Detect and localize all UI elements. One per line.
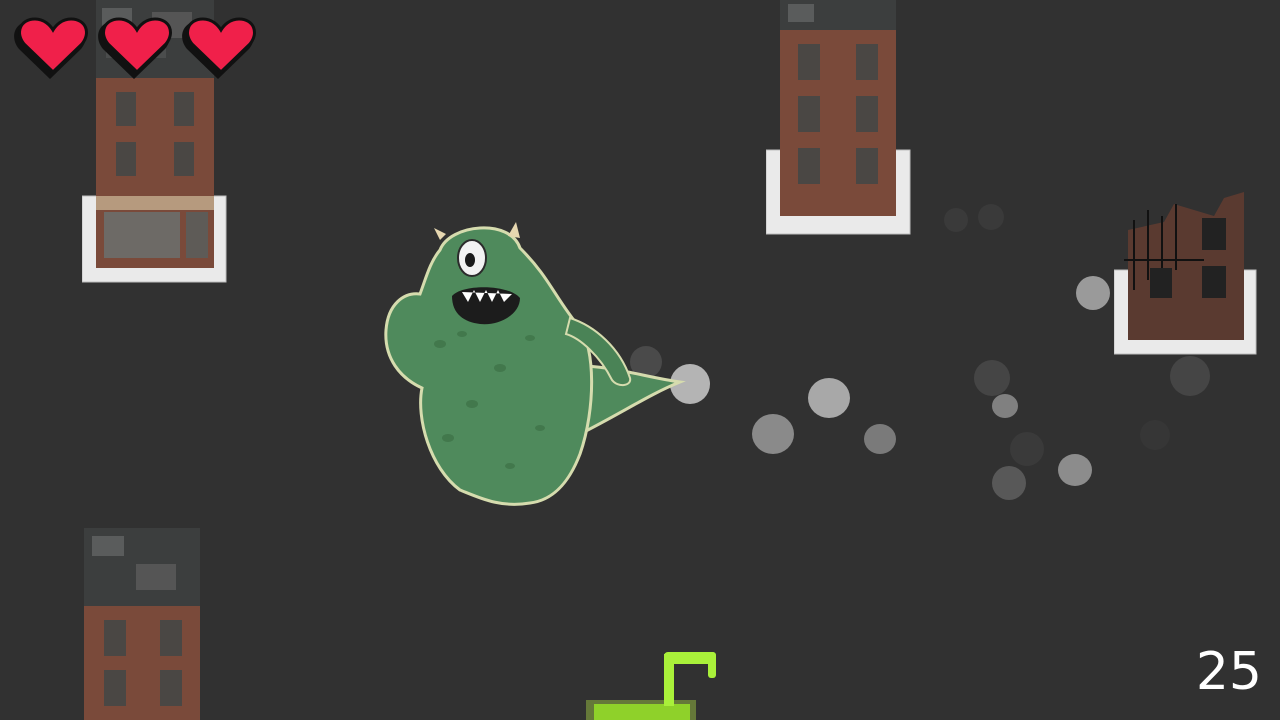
smoke-puff	[978, 204, 1004, 230]
score-counter: 25	[1195, 642, 1262, 702]
building-bottom-left	[84, 528, 200, 720]
heart-icon	[98, 17, 172, 79]
smoke-puff	[944, 208, 968, 232]
smoke-puff	[808, 378, 850, 418]
monster-player[interactable]	[380, 218, 710, 510]
smoke-puff	[1140, 420, 1170, 450]
smoke-puff	[992, 466, 1026, 500]
slime-tower-powerup[interactable]	[582, 648, 722, 720]
heart-icon	[14, 17, 88, 79]
building-top-center	[766, 0, 911, 235]
heart-icon	[182, 17, 256, 79]
smoke-puff	[1010, 432, 1044, 466]
building-ruined-right	[1114, 192, 1257, 355]
smoke-puff	[864, 424, 896, 454]
game-canvas[interactable]: 25	[0, 0, 1280, 720]
lives-display	[14, 14, 260, 80]
smoke-puff	[1076, 276, 1110, 310]
smoke-puff	[992, 394, 1018, 418]
smoke-puff	[752, 414, 794, 454]
smoke-puff	[974, 360, 1010, 396]
smoke-puff	[1170, 356, 1210, 396]
smoke-puff	[1058, 454, 1092, 486]
